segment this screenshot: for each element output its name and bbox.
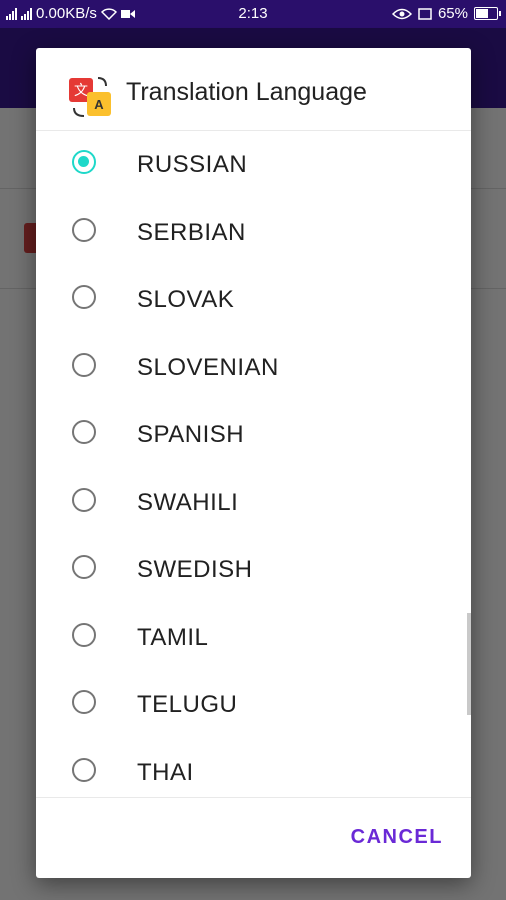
radio-checked[interactable] <box>72 150 96 174</box>
language-label: SPANISH <box>137 421 245 448</box>
language-label: SLOVAK <box>137 286 235 313</box>
dialog-footer: CANCEL <box>36 797 471 878</box>
cast-icon <box>418 7 432 20</box>
language-label: SLOVENIAN <box>137 353 279 381</box>
radio-unchecked[interactable] <box>72 217 96 242</box>
language-label: TELUGU <box>137 691 238 718</box>
radio-unchecked[interactable] <box>72 285 96 309</box>
language-option[interactable]: TELUGU <box>36 671 471 737</box>
radio-dot <box>78 156 89 167</box>
svg-text:文: 文 <box>74 83 88 99</box>
language-label: TAMIL <box>137 623 209 651</box>
radio-unchecked[interactable] <box>72 555 96 579</box>
dialog-title: Translation Language <box>126 78 367 106</box>
battery-icon <box>474 7 501 20</box>
language-label: RUSSIAN <box>137 151 248 178</box>
language-option[interactable]: TAMIL <box>36 604 471 670</box>
language-option[interactable]: SPANISH <box>36 401 471 467</box>
status-bar: 0.00KB/s 2:13 65% <box>0 0 506 28</box>
language-option[interactable]: THAI <box>36 739 471 797</box>
language-dialog: 文 A Translation Language RUSSIAN SERBIAN S… <box>36 48 471 878</box>
svg-text:A: A <box>94 97 104 112</box>
language-option[interactable]: SWEDISH <box>36 536 471 602</box>
language-option[interactable]: SERBIAN <box>36 199 471 265</box>
radio-unchecked[interactable] <box>72 757 96 782</box>
radio-unchecked[interactable] <box>72 487 96 512</box>
language-label: SWAHILI <box>137 488 239 516</box>
dialog-header: 文 A Translation Language <box>36 48 471 131</box>
language-option[interactable]: SLOVAK <box>36 266 471 332</box>
battery-percent: 65% <box>437 5 468 22</box>
cancel-button[interactable]: CANCEL <box>351 826 443 849</box>
radio-unchecked[interactable] <box>72 420 96 444</box>
radio-unchecked[interactable] <box>72 622 96 647</box>
radio-unchecked[interactable] <box>72 352 96 377</box>
language-option[interactable]: SWAHILI <box>36 469 471 535</box>
language-label: SWEDISH <box>137 556 253 583</box>
language-option[interactable]: SLOVENIAN <box>36 334 471 400</box>
language-list[interactable]: RUSSIAN SERBIAN SLOVAK SLOVENIAN SPANISH SWAH… <box>36 131 471 796</box>
radio-unchecked[interactable] <box>72 690 96 714</box>
language-option[interactable]: RUSSIAN <box>36 131 471 197</box>
translate-icon: 文 A <box>69 77 111 117</box>
language-label: THAI <box>137 758 194 786</box>
scrollbar[interactable] <box>467 613 471 715</box>
language-label: SERBIAN <box>137 218 246 246</box>
eye-icon <box>391 8 412 19</box>
battery-level <box>476 9 488 18</box>
